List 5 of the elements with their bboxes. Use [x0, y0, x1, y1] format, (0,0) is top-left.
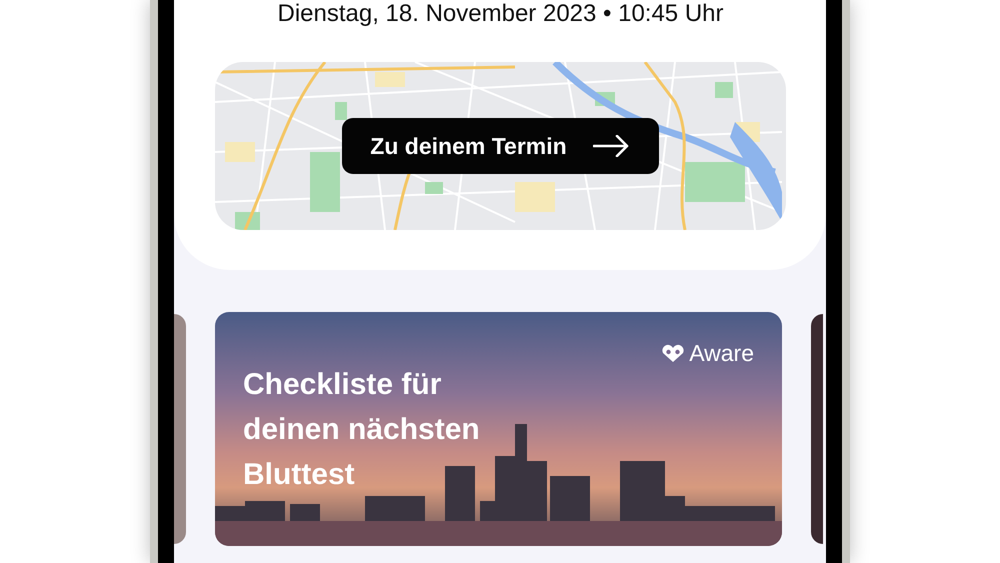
promo-card[interactable]: Checkliste für deinen nächsten Bluttest Aware [215, 312, 782, 546]
brand-name: Aware [689, 340, 754, 367]
appointment-date: Dienstag, 18. November 2023 • 10:45 Uhr [276, 0, 724, 28]
promo-title: Checkliste für deinen nächsten Bluttest [243, 367, 481, 493]
appointment-button[interactable]: Zu deinem Termin [342, 118, 659, 174]
